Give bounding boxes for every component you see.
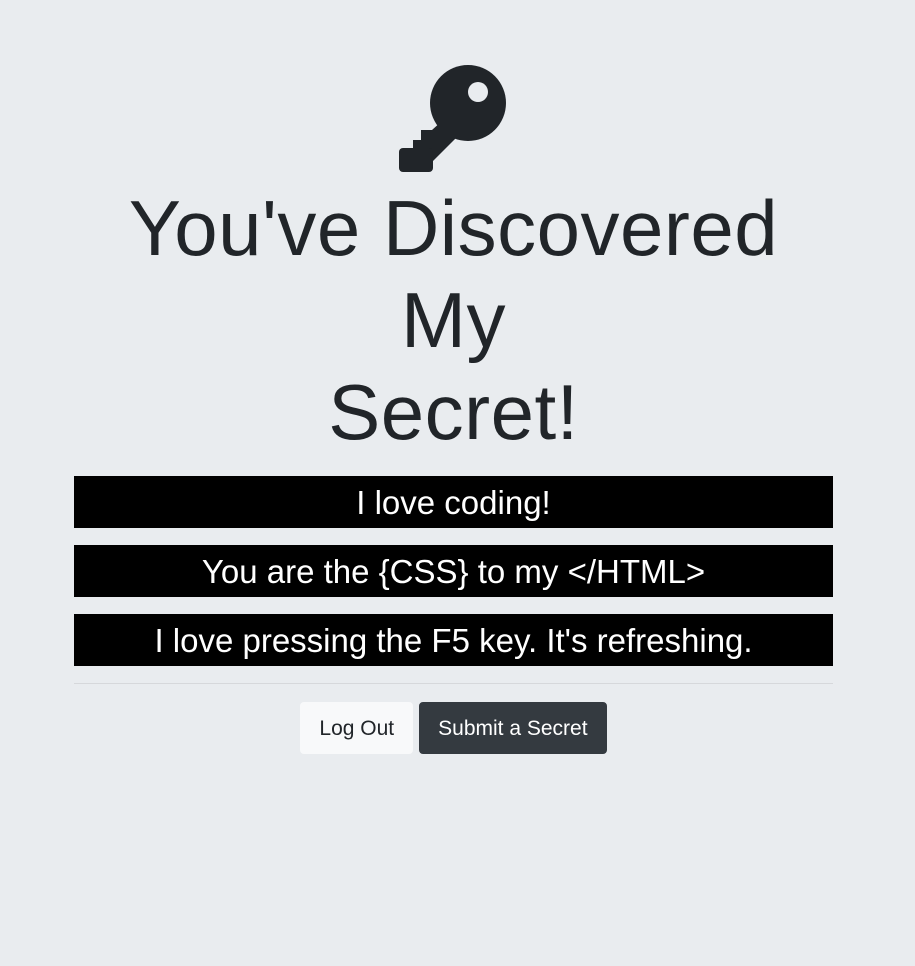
submit-secret-button[interactable]: Submit a Secret xyxy=(419,702,607,754)
page-title-line-2: Secret! xyxy=(328,368,579,456)
action-buttons: Log Out Submit a Secret xyxy=(74,702,833,754)
log-out-button[interactable]: Log Out xyxy=(300,702,414,754)
jumbotron: You've Discovered My Secret! I love codi… xyxy=(74,0,833,754)
secret-item: You are the {CSS} to my </HTML> xyxy=(74,545,833,597)
page-title-line-1: You've Discovered My xyxy=(128,184,779,364)
secret-item: I love coding! xyxy=(74,476,833,528)
secret-item: I love pressing the F5 key. It's refresh… xyxy=(74,614,833,666)
divider xyxy=(74,683,833,684)
page-title: You've Discovered My Secret! xyxy=(74,182,833,458)
secret-list: I love coding! You are the {CSS} to my <… xyxy=(74,476,833,666)
key-icon xyxy=(398,65,506,172)
